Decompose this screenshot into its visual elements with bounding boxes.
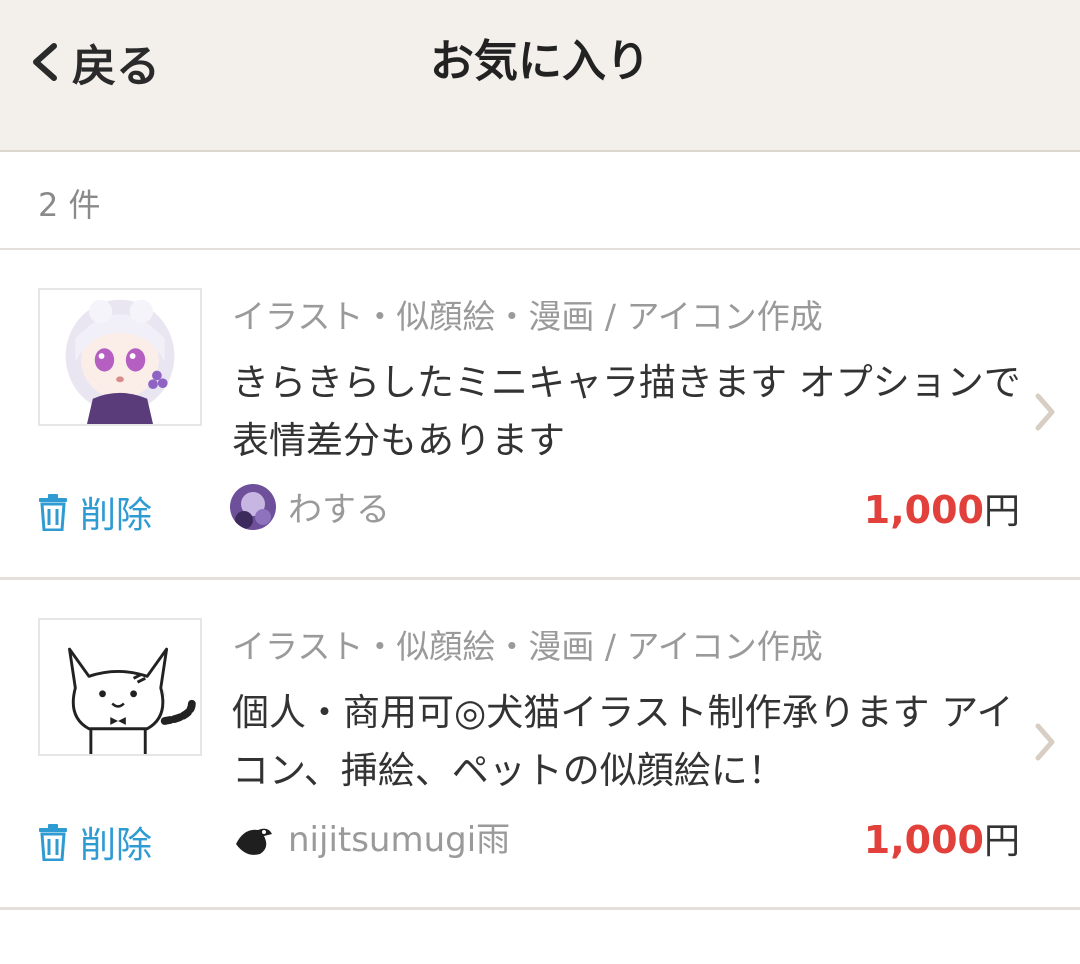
anime-girl-thumbnail[interactable] <box>38 288 202 426</box>
delete-label: 削除 <box>80 495 153 536</box>
delete-button[interactable]: 削除 <box>38 486 152 538</box>
seller-avatar <box>230 813 276 860</box>
seller-info[interactable]: わする <box>230 482 390 531</box>
item-price: 1,000円 <box>864 812 1020 864</box>
chevron-right-icon[interactable] <box>1030 390 1058 434</box>
page-title: お気に入り <box>430 36 650 87</box>
seller-avatar <box>230 483 276 530</box>
result-count-row: 2 件 <box>0 152 1080 250</box>
price-value: 1,000 <box>863 488 984 532</box>
result-count: 2 件 <box>38 186 101 224</box>
seller-name: nijitsumugi雨 <box>288 820 511 860</box>
item-title[interactable]: 個人・商用可◎犬猫イラスト制作承ります アイコン、挿絵、ペットの似顔絵に！ <box>232 684 1032 800</box>
favorite-item[interactable]: イラスト・似顔絵・漫画 / アイコン作成 きらきらしたミニキャラ描きます オプシ… <box>0 250 1080 580</box>
delete-label: 削除 <box>80 825 153 866</box>
cat-sample-thumbnail[interactable]: sample <box>38 618 202 756</box>
item-title[interactable]: きらきらしたミニキャラ描きます オプションで表情差分もあります <box>232 354 1032 470</box>
price-currency: 円 <box>983 491 1020 532</box>
favorite-item[interactable]: sample イラスト・似顔絵・漫画 / アイコン作成 個人・商用可◎犬猫イラス… <box>0 580 1080 910</box>
trash-icon <box>39 494 67 531</box>
item-category: イラスト・似顔絵・漫画 / アイコン作成 <box>232 627 823 666</box>
item-price: 1,000円 <box>864 482 1020 534</box>
price-value: 1,000 <box>863 818 984 862</box>
favorites-screen: 戻る お気に入り 2 件 イラスト・似顔絵・漫画 / アイコン作成 きらきらした… <box>0 0 1080 964</box>
seller-name: わする <box>288 490 390 530</box>
delete-button[interactable]: 削除 <box>38 816 152 868</box>
item-category: イラスト・似顔絵・漫画 / アイコン作成 <box>232 297 823 336</box>
seller-info[interactable]: nijitsumugi雨 <box>230 812 510 861</box>
trash-icon <box>39 824 67 861</box>
app-header: 戻る お気に入り <box>0 0 1080 152</box>
price-currency: 円 <box>983 821 1020 862</box>
chevron-right-icon[interactable] <box>1030 720 1058 764</box>
